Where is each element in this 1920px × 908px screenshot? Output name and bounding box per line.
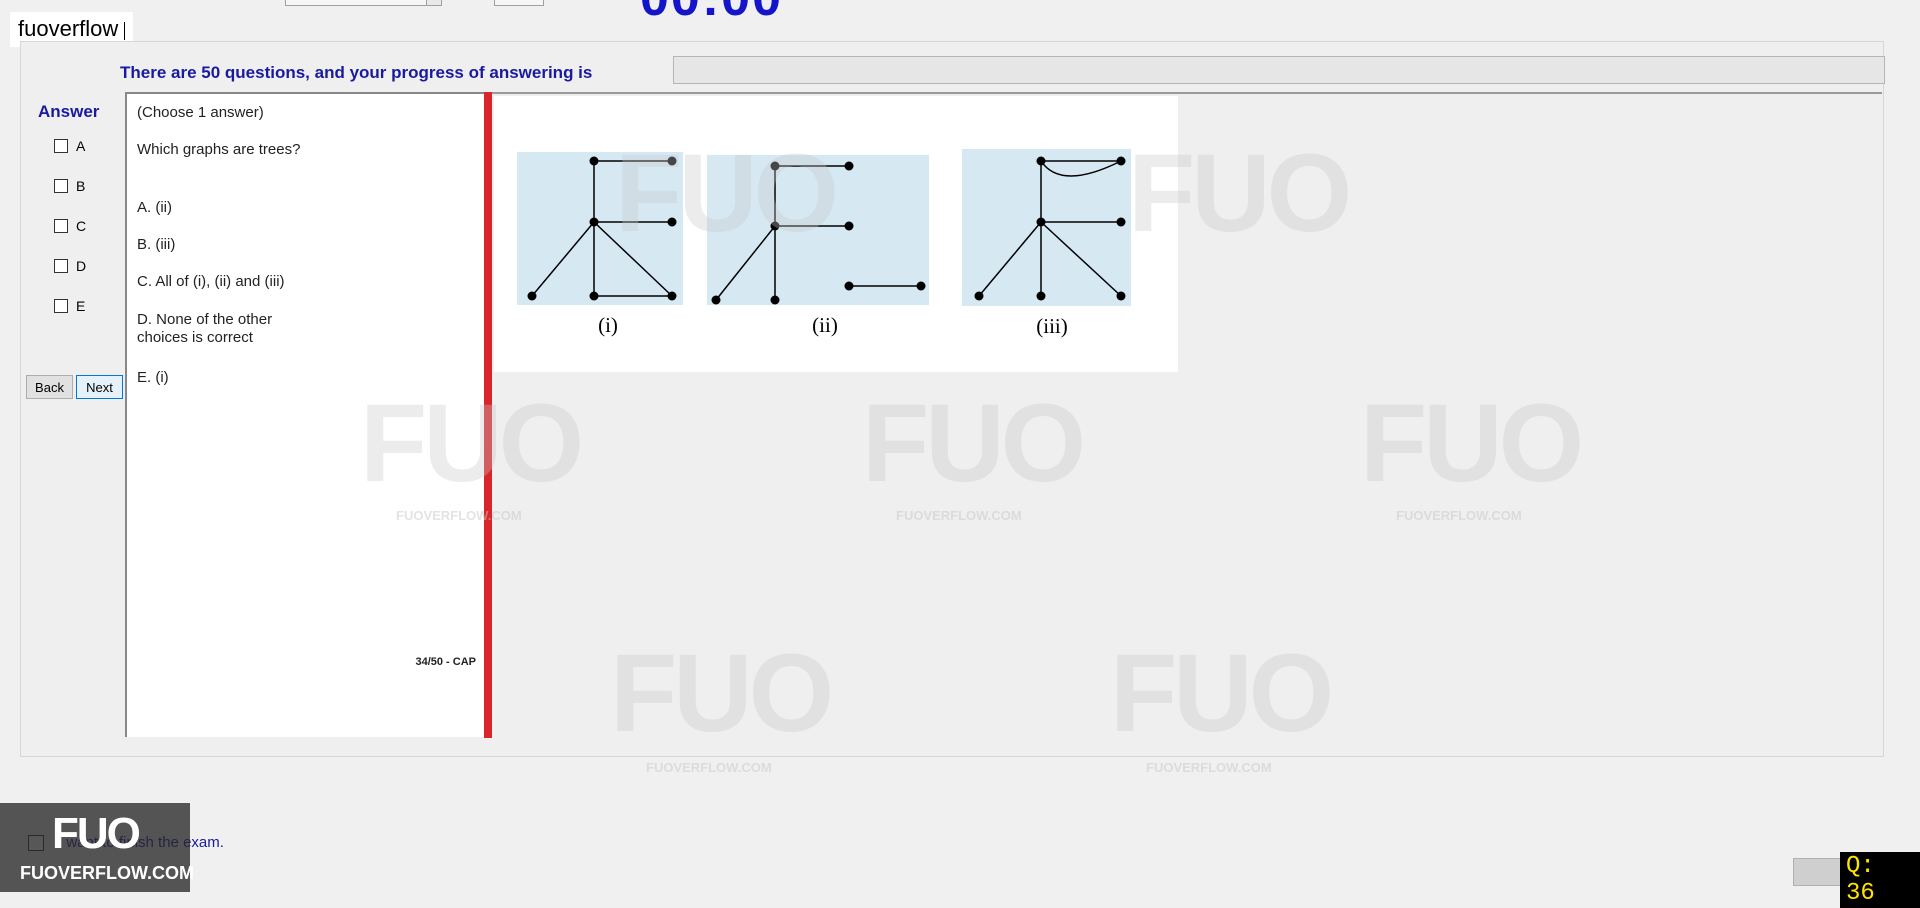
graph-ii-background	[707, 155, 929, 305]
option-b-label: B	[76, 178, 86, 194]
graph-ii-label: (ii)	[812, 313, 838, 337]
choice-d-line2: choices is correct	[137, 329, 253, 346]
option-d[interactable]: D	[54, 258, 86, 274]
checkbox-e[interactable]	[54, 299, 68, 313]
choice-b: B. (iii)	[137, 236, 176, 253]
graphs-image: (i) (ii) (iii)	[517, 149, 1131, 338]
checkbox-d[interactable]	[54, 259, 68, 273]
option-d-label: D	[76, 258, 87, 274]
option-c[interactable]: C	[54, 218, 86, 234]
question-prompt: Which graphs are trees?	[137, 141, 301, 158]
brand-text: fuoverflow	[18, 16, 119, 41]
next-button[interactable]: Next	[76, 375, 123, 399]
checkbox-c[interactable]	[54, 219, 68, 233]
question-counter: Q: 36	[1840, 852, 1920, 908]
logo-caption: FUOVERFLOW.COM	[20, 863, 194, 883]
choice-c: C. All of (i), (ii) and (iii)	[137, 273, 285, 290]
question-panel: (Choose 1 answer) Which graphs are trees…	[125, 92, 486, 737]
checkbox-b[interactable]	[54, 179, 68, 193]
question-code: 34/50 - CAP	[415, 656, 476, 668]
choice-d-line1: D. None of the other	[137, 311, 273, 328]
graph-i-label: (i)	[598, 313, 618, 337]
watermark-caption: FUOVERFLOW.COM	[1146, 760, 1272, 775]
option-e-label: E	[76, 298, 86, 314]
chevron-down-icon[interactable]	[426, 0, 441, 5]
option-a-label: A	[76, 138, 86, 154]
watermark-caption: FUOVERFLOW.COM	[646, 760, 772, 775]
graph-iii-label: (iii)	[1036, 314, 1068, 338]
top-combo-box[interactable]	[285, 0, 442, 6]
logo-mark: FUO	[52, 809, 141, 858]
progress-bar	[673, 56, 1885, 84]
choice-e: E. (i)	[137, 369, 169, 386]
option-e[interactable]: E	[54, 298, 85, 314]
option-b[interactable]: B	[54, 178, 85, 194]
text-cursor	[124, 22, 126, 40]
option-a[interactable]: A	[54, 138, 85, 154]
panel-splitter[interactable]	[484, 92, 492, 738]
back-button[interactable]: Back	[26, 375, 73, 399]
fuo-logo: FUO FUOVERFLOW.COM	[0, 803, 194, 892]
option-c-label: C	[76, 218, 87, 234]
timer: 00:00	[640, 0, 783, 28]
choice-a: A. (ii)	[137, 199, 172, 216]
progress-label: There are 50 questions, and your progres…	[120, 63, 593, 82]
question-instruction: (Choose 1 answer)	[137, 104, 264, 121]
answer-title: Answer	[38, 102, 100, 121]
top-small-field[interactable]	[494, 0, 544, 6]
question-figure: (i) (ii) (iii)	[494, 96, 1178, 372]
checkbox-a[interactable]	[54, 139, 68, 153]
